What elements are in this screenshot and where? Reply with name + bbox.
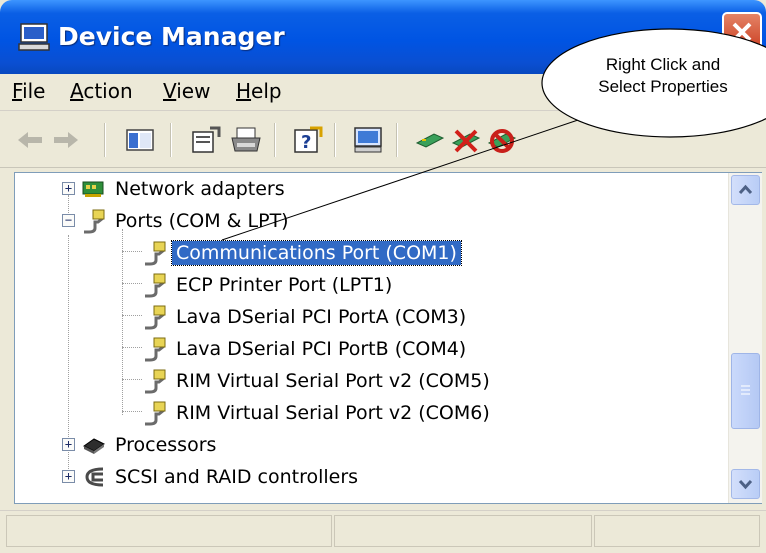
network-card-icon: [82, 181, 104, 197]
tree-item-label: RIM Virtual Serial Port v2 (COM6): [176, 402, 490, 424]
port-plug-icon: [145, 337, 166, 362]
scroll-down-button[interactable]: [731, 469, 760, 499]
chevron-down-icon: [738, 479, 753, 490]
tree-item-label: Lava DSerial PCI PortA (COM3): [176, 306, 467, 328]
tree-item-label: RIM Virtual Serial Port v2 (COM5): [176, 370, 490, 392]
status-pane: [594, 515, 760, 547]
expand-toggle[interactable]: +: [62, 470, 75, 483]
callout-line-1: Right Click and: [605, 55, 721, 74]
tree-item-network-adapters[interactable]: Network adapters: [81, 174, 289, 204]
port-plug-icon: [145, 273, 166, 298]
menu-file[interactable]: File: [12, 79, 45, 103]
tree-item-label: Communications Port (COM1): [171, 240, 462, 266]
chevron-up-icon: [738, 184, 753, 195]
tree-item-scsi-raid[interactable]: SCSI and RAID controllers: [81, 462, 362, 492]
tree-item-processors[interactable]: Processors: [81, 430, 220, 460]
port-plug-icon: [84, 209, 105, 234]
window-title: Device Manager: [58, 22, 285, 51]
tree-item-lpt1[interactable]: ECP Printer Port (LPT1): [142, 270, 396, 300]
menu-view[interactable]: View: [163, 79, 210, 103]
menu-action-accel: A: [70, 79, 84, 103]
device-tree[interactable]: + Network adapters − Ports (COM & LPT) C…: [14, 172, 762, 504]
tree-line: [122, 379, 142, 380]
back-arrow-icon[interactable]: [14, 125, 46, 155]
menu-action[interactable]: Action: [70, 79, 133, 103]
tree-item-com6[interactable]: RIM Virtual Serial Port v2 (COM6): [142, 398, 494, 428]
forward-arrow-icon[interactable]: [50, 125, 82, 155]
menu-help-accel: H: [236, 79, 252, 103]
tree-item-com1[interactable]: Communications Port (COM1): [142, 238, 462, 268]
grip-icon: [741, 385, 750, 395]
scan-hardware-icon[interactable]: [352, 125, 384, 155]
port-plug-icon: [145, 241, 166, 266]
tree-item-ports[interactable]: Ports (COM & LPT): [81, 206, 293, 236]
tree-item-label: Ports (COM & LPT): [115, 210, 289, 232]
callout-line-2: Select Properties: [598, 77, 728, 96]
toolbar-separator: [396, 123, 398, 157]
vertical-scrollbar[interactable]: [728, 173, 762, 503]
callout-text: Right Click and Select Properties: [560, 54, 766, 98]
menu-file-accel: F: [12, 79, 23, 103]
collapse-toggle[interactable]: −: [62, 214, 75, 227]
svg-text:?: ?: [301, 132, 311, 153]
uninstall-icon[interactable]: [450, 125, 482, 155]
expand-toggle[interactable]: +: [62, 438, 75, 451]
menu-action-label: ction: [83, 79, 133, 103]
print-icon[interactable]: [230, 125, 262, 155]
tree-line: [122, 411, 142, 412]
tree-item-label: ECP Printer Port (LPT1): [176, 274, 393, 296]
tree-item-com5[interactable]: RIM Virtual Serial Port v2 (COM5): [142, 366, 494, 396]
expand-toggle[interactable]: +: [62, 182, 75, 195]
scroll-thumb[interactable]: [731, 353, 760, 429]
menu-view-accel: V: [163, 79, 177, 103]
scroll-up-button[interactable]: [731, 175, 760, 205]
properties-icon[interactable]: [190, 125, 222, 155]
toolbar-separator: [334, 123, 336, 157]
tree-line: [122, 251, 142, 252]
tree-line: [122, 229, 123, 415]
processor-chip-icon: [83, 438, 105, 454]
help-icon[interactable]: ?: [292, 125, 324, 155]
menu-help-label: elp: [251, 79, 282, 103]
tree-item-label: Lava DSerial PCI PortB (COM4): [176, 338, 467, 360]
toolbar-separator: [104, 123, 106, 157]
tree-line: [122, 347, 142, 348]
menu-file-label: ile: [22, 79, 46, 103]
tree-line: [122, 283, 142, 284]
toolbar-separator: [274, 123, 276, 157]
port-plug-icon: [145, 401, 166, 426]
port-plug-icon: [145, 305, 166, 330]
tree-item-com4[interactable]: Lava DSerial PCI PortB (COM4): [142, 334, 470, 364]
tree-item-label: SCSI and RAID controllers: [115, 466, 359, 488]
tree-item-label: Processors: [115, 434, 217, 456]
menu-view-label: iew: [176, 79, 211, 103]
disable-icon[interactable]: [486, 125, 518, 155]
port-plug-icon: [145, 369, 166, 394]
toolbar-separator: [170, 123, 172, 157]
tree-item-label: Network adapters: [115, 178, 285, 200]
status-bar: [0, 510, 766, 553]
tree-item-com3[interactable]: Lava DSerial PCI PortA (COM3): [142, 302, 470, 332]
computer-monitor-icon: [18, 23, 50, 51]
update-driver-icon[interactable]: [414, 125, 446, 155]
tree-line: [122, 315, 142, 316]
scsi-controller-icon: [85, 467, 104, 487]
status-pane: [334, 515, 592, 547]
menu-help[interactable]: Help: [236, 79, 282, 103]
status-pane: [6, 515, 332, 547]
show-hide-console-tree-icon[interactable]: [124, 125, 156, 155]
